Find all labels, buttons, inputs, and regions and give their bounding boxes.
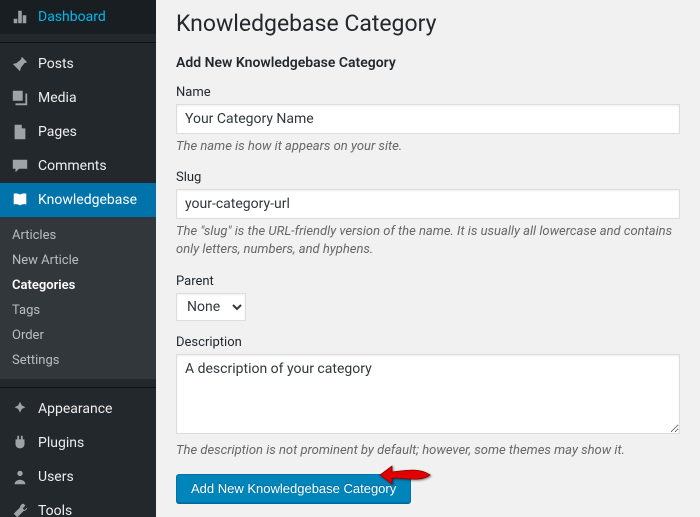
submenu-articles[interactable]: Articles: [0, 223, 156, 248]
sidebar-item-label: Tools: [38, 503, 72, 517]
name-label: Name: [176, 85, 680, 100]
field-name: Name The name is how it appears on your …: [176, 85, 680, 156]
description-label: Description: [176, 335, 680, 350]
dashboard-icon: [10, 7, 30, 27]
pages-icon: [10, 122, 30, 142]
field-description: Description The description is not promi…: [176, 335, 680, 460]
sidebar-item-label: Comments: [38, 158, 107, 174]
sidebar-item-tools[interactable]: Tools: [0, 494, 156, 517]
slug-input[interactable]: [176, 189, 680, 219]
main-content: Knowledgebase Category Add New Knowledge…: [156, 0, 700, 517]
field-parent: Parent None: [176, 274, 680, 321]
sidebar-item-users[interactable]: Users: [0, 460, 156, 494]
submenu-order[interactable]: Order: [0, 323, 156, 348]
field-slug: Slug The "slug" is the URL-friendly vers…: [176, 170, 680, 259]
slug-label: Slug: [176, 170, 680, 185]
sidebar-item-label: Appearance: [38, 401, 112, 417]
tools-icon: [10, 501, 30, 517]
submenu-tags[interactable]: Tags: [0, 298, 156, 323]
sidebar-item-label: Plugins: [38, 435, 84, 451]
sidebar-item-media[interactable]: Media: [0, 81, 156, 115]
name-help: The name is how it appears on your site.: [176, 138, 680, 156]
comments-icon: [10, 156, 30, 176]
parent-select[interactable]: None: [176, 293, 246, 321]
sidebar-item-posts[interactable]: Posts: [0, 47, 156, 81]
users-icon: [10, 467, 30, 487]
submenu-settings[interactable]: Settings: [0, 348, 156, 373]
description-help: The description is not prominent by defa…: [176, 442, 680, 460]
submenu-categories[interactable]: Categories: [0, 273, 156, 298]
page-title: Knowledgebase Category: [176, 10, 680, 37]
sidebar-item-label: Media: [38, 90, 77, 106]
sidebar-item-label: Knowledgebase: [38, 192, 137, 208]
sidebar-item-dashboard[interactable]: Dashboard: [0, 0, 156, 34]
plugins-icon: [10, 433, 30, 453]
book-icon: [10, 190, 30, 210]
parent-label: Parent: [176, 274, 680, 289]
sidebar-item-plugins[interactable]: Plugins: [0, 426, 156, 460]
sidebar-item-label: Dashboard: [38, 9, 106, 25]
admin-sidebar: Dashboard Posts Media Pages Comments Kno…: [0, 0, 156, 517]
section-title: Add New Knowledgebase Category: [176, 55, 680, 71]
description-textarea[interactable]: [176, 354, 680, 434]
sidebar-item-appearance[interactable]: Appearance: [0, 392, 156, 426]
sidebar-item-comments[interactable]: Comments: [0, 149, 156, 183]
submenu-new-article[interactable]: New Article: [0, 248, 156, 273]
sidebar-item-pages[interactable]: Pages: [0, 115, 156, 149]
sidebar-item-label: Posts: [38, 56, 74, 72]
add-category-button[interactable]: Add New Knowledgebase Category: [176, 474, 411, 503]
slug-help: The "slug" is the URL-friendly version o…: [176, 223, 680, 259]
sidebar-item-knowledgebase[interactable]: Knowledgebase: [0, 183, 156, 217]
name-input[interactable]: [176, 104, 680, 134]
appearance-icon: [10, 399, 30, 419]
media-icon: [10, 88, 30, 108]
submenu-knowledgebase: Articles New Article Categories Tags Ord…: [0, 217, 156, 379]
sidebar-item-label: Pages: [38, 124, 77, 140]
pin-icon: [10, 54, 30, 74]
sidebar-item-label: Users: [38, 469, 74, 485]
